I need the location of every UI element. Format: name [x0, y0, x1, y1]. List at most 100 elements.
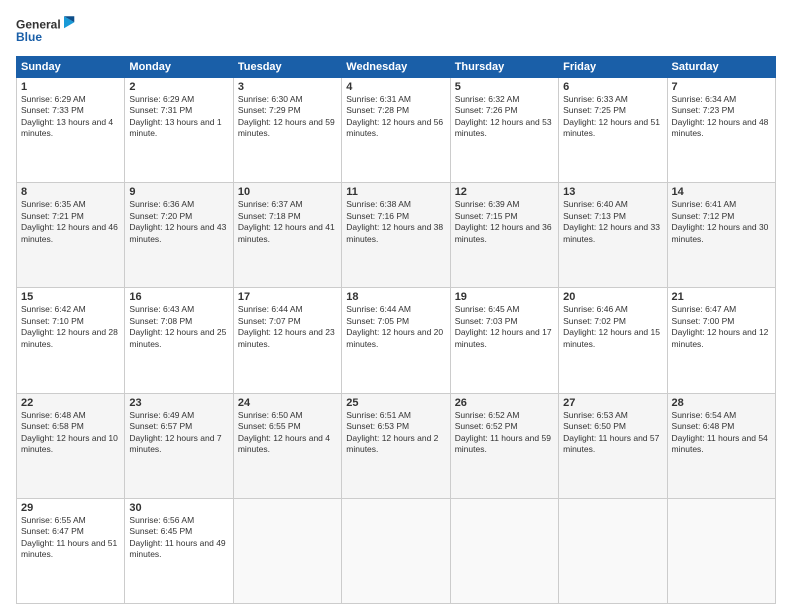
- calendar-cell: 30Sunrise: 6:56 AMSunset: 6:45 PMDayligh…: [125, 498, 233, 603]
- cell-content: Sunrise: 6:37 AMSunset: 7:18 PMDaylight:…: [238, 199, 337, 245]
- calendar-week-row: 29Sunrise: 6:55 AMSunset: 6:47 PMDayligh…: [17, 498, 776, 603]
- day-number: 3: [238, 81, 337, 93]
- calendar-cell: [233, 498, 341, 603]
- day-number: 10: [238, 186, 337, 198]
- calendar-cell: 18Sunrise: 6:44 AMSunset: 7:05 PMDayligh…: [342, 288, 450, 393]
- cell-content: Sunrise: 6:30 AMSunset: 7:29 PMDaylight:…: [238, 94, 337, 140]
- calendar-day-header: Monday: [125, 57, 233, 78]
- calendar-cell: 22Sunrise: 6:48 AMSunset: 6:58 PMDayligh…: [17, 393, 125, 498]
- calendar-day-header: Sunday: [17, 57, 125, 78]
- day-number: 4: [346, 81, 445, 93]
- cell-content: Sunrise: 6:56 AMSunset: 6:45 PMDaylight:…: [129, 515, 228, 561]
- calendar-week-row: 15Sunrise: 6:42 AMSunset: 7:10 PMDayligh…: [17, 288, 776, 393]
- calendar-cell: 3Sunrise: 6:30 AMSunset: 7:29 PMDaylight…: [233, 78, 341, 183]
- calendar-cell: 25Sunrise: 6:51 AMSunset: 6:53 PMDayligh…: [342, 393, 450, 498]
- calendar-cell: 19Sunrise: 6:45 AMSunset: 7:03 PMDayligh…: [450, 288, 558, 393]
- cell-content: Sunrise: 6:48 AMSunset: 6:58 PMDaylight:…: [21, 410, 120, 456]
- calendar-day-header: Thursday: [450, 57, 558, 78]
- cell-content: Sunrise: 6:45 AMSunset: 7:03 PMDaylight:…: [455, 304, 554, 350]
- cell-content: Sunrise: 6:55 AMSunset: 6:47 PMDaylight:…: [21, 515, 120, 561]
- calendar-cell: 6Sunrise: 6:33 AMSunset: 7:25 PMDaylight…: [559, 78, 667, 183]
- day-number: 25: [346, 397, 445, 409]
- calendar-cell: 7Sunrise: 6:34 AMSunset: 7:23 PMDaylight…: [667, 78, 775, 183]
- day-number: 21: [672, 291, 771, 303]
- cell-content: Sunrise: 6:52 AMSunset: 6:52 PMDaylight:…: [455, 410, 554, 456]
- calendar-cell: 14Sunrise: 6:41 AMSunset: 7:12 PMDayligh…: [667, 183, 775, 288]
- cell-content: Sunrise: 6:34 AMSunset: 7:23 PMDaylight:…: [672, 94, 771, 140]
- day-number: 9: [129, 186, 228, 198]
- calendar-cell: 21Sunrise: 6:47 AMSunset: 7:00 PMDayligh…: [667, 288, 775, 393]
- cell-content: Sunrise: 6:42 AMSunset: 7:10 PMDaylight:…: [21, 304, 120, 350]
- cell-content: Sunrise: 6:29 AMSunset: 7:31 PMDaylight:…: [129, 94, 228, 140]
- calendar-cell: 15Sunrise: 6:42 AMSunset: 7:10 PMDayligh…: [17, 288, 125, 393]
- calendar-cell: 29Sunrise: 6:55 AMSunset: 6:47 PMDayligh…: [17, 498, 125, 603]
- day-number: 1: [21, 81, 120, 93]
- calendar-cell: 23Sunrise: 6:49 AMSunset: 6:57 PMDayligh…: [125, 393, 233, 498]
- day-number: 23: [129, 397, 228, 409]
- cell-content: Sunrise: 6:44 AMSunset: 7:07 PMDaylight:…: [238, 304, 337, 350]
- calendar-cell: 17Sunrise: 6:44 AMSunset: 7:07 PMDayligh…: [233, 288, 341, 393]
- cell-content: Sunrise: 6:53 AMSunset: 6:50 PMDaylight:…: [563, 410, 662, 456]
- calendar-cell: 27Sunrise: 6:53 AMSunset: 6:50 PMDayligh…: [559, 393, 667, 498]
- cell-content: Sunrise: 6:41 AMSunset: 7:12 PMDaylight:…: [672, 199, 771, 245]
- calendar-cell: 16Sunrise: 6:43 AMSunset: 7:08 PMDayligh…: [125, 288, 233, 393]
- calendar-cell: 1Sunrise: 6:29 AMSunset: 7:33 PMDaylight…: [17, 78, 125, 183]
- day-number: 12: [455, 186, 554, 198]
- day-number: 8: [21, 186, 120, 198]
- cell-content: Sunrise: 6:46 AMSunset: 7:02 PMDaylight:…: [563, 304, 662, 350]
- cell-content: Sunrise: 6:29 AMSunset: 7:33 PMDaylight:…: [21, 94, 120, 140]
- calendar-cell: [342, 498, 450, 603]
- calendar-cell: 11Sunrise: 6:38 AMSunset: 7:16 PMDayligh…: [342, 183, 450, 288]
- calendar-week-row: 22Sunrise: 6:48 AMSunset: 6:58 PMDayligh…: [17, 393, 776, 498]
- day-number: 29: [21, 502, 120, 514]
- cell-content: Sunrise: 6:36 AMSunset: 7:20 PMDaylight:…: [129, 199, 228, 245]
- calendar-header-row: SundayMondayTuesdayWednesdayThursdayFrid…: [17, 57, 776, 78]
- day-number: 24: [238, 397, 337, 409]
- cell-content: Sunrise: 6:35 AMSunset: 7:21 PMDaylight:…: [21, 199, 120, 245]
- day-number: 11: [346, 186, 445, 198]
- cell-content: Sunrise: 6:33 AMSunset: 7:25 PMDaylight:…: [563, 94, 662, 140]
- cell-content: Sunrise: 6:50 AMSunset: 6:55 PMDaylight:…: [238, 410, 337, 456]
- day-number: 14: [672, 186, 771, 198]
- day-number: 30: [129, 502, 228, 514]
- calendar-cell: [559, 498, 667, 603]
- day-number: 28: [672, 397, 771, 409]
- cell-content: Sunrise: 6:43 AMSunset: 7:08 PMDaylight:…: [129, 304, 228, 350]
- calendar-cell: 5Sunrise: 6:32 AMSunset: 7:26 PMDaylight…: [450, 78, 558, 183]
- day-number: 26: [455, 397, 554, 409]
- calendar-week-row: 8Sunrise: 6:35 AMSunset: 7:21 PMDaylight…: [17, 183, 776, 288]
- logo-svg: General Blue: [16, 12, 76, 48]
- calendar-day-header: Wednesday: [342, 57, 450, 78]
- cell-content: Sunrise: 6:51 AMSunset: 6:53 PMDaylight:…: [346, 410, 445, 456]
- svg-text:Blue: Blue: [16, 30, 42, 44]
- cell-content: Sunrise: 6:49 AMSunset: 6:57 PMDaylight:…: [129, 410, 228, 456]
- calendar-cell: 24Sunrise: 6:50 AMSunset: 6:55 PMDayligh…: [233, 393, 341, 498]
- calendar-table: SundayMondayTuesdayWednesdayThursdayFrid…: [16, 56, 776, 604]
- calendar-cell: 28Sunrise: 6:54 AMSunset: 6:48 PMDayligh…: [667, 393, 775, 498]
- calendar-cell: [450, 498, 558, 603]
- day-number: 17: [238, 291, 337, 303]
- day-number: 13: [563, 186, 662, 198]
- calendar-cell: 4Sunrise: 6:31 AMSunset: 7:28 PMDaylight…: [342, 78, 450, 183]
- day-number: 7: [672, 81, 771, 93]
- cell-content: Sunrise: 6:32 AMSunset: 7:26 PMDaylight:…: [455, 94, 554, 140]
- calendar-day-header: Tuesday: [233, 57, 341, 78]
- calendar-cell: 13Sunrise: 6:40 AMSunset: 7:13 PMDayligh…: [559, 183, 667, 288]
- calendar-day-header: Friday: [559, 57, 667, 78]
- calendar-cell: 20Sunrise: 6:46 AMSunset: 7:02 PMDayligh…: [559, 288, 667, 393]
- day-number: 20: [563, 291, 662, 303]
- calendar-cell: 8Sunrise: 6:35 AMSunset: 7:21 PMDaylight…: [17, 183, 125, 288]
- cell-content: Sunrise: 6:39 AMSunset: 7:15 PMDaylight:…: [455, 199, 554, 245]
- calendar-cell: 2Sunrise: 6:29 AMSunset: 7:31 PMDaylight…: [125, 78, 233, 183]
- svg-text:General: General: [16, 17, 61, 31]
- calendar-cell: 10Sunrise: 6:37 AMSunset: 7:18 PMDayligh…: [233, 183, 341, 288]
- logo: General Blue: [16, 12, 76, 48]
- calendar-cell: [667, 498, 775, 603]
- calendar-cell: 26Sunrise: 6:52 AMSunset: 6:52 PMDayligh…: [450, 393, 558, 498]
- day-number: 22: [21, 397, 120, 409]
- calendar-cell: 12Sunrise: 6:39 AMSunset: 7:15 PMDayligh…: [450, 183, 558, 288]
- cell-content: Sunrise: 6:54 AMSunset: 6:48 PMDaylight:…: [672, 410, 771, 456]
- day-number: 18: [346, 291, 445, 303]
- day-number: 16: [129, 291, 228, 303]
- cell-content: Sunrise: 6:47 AMSunset: 7:00 PMDaylight:…: [672, 304, 771, 350]
